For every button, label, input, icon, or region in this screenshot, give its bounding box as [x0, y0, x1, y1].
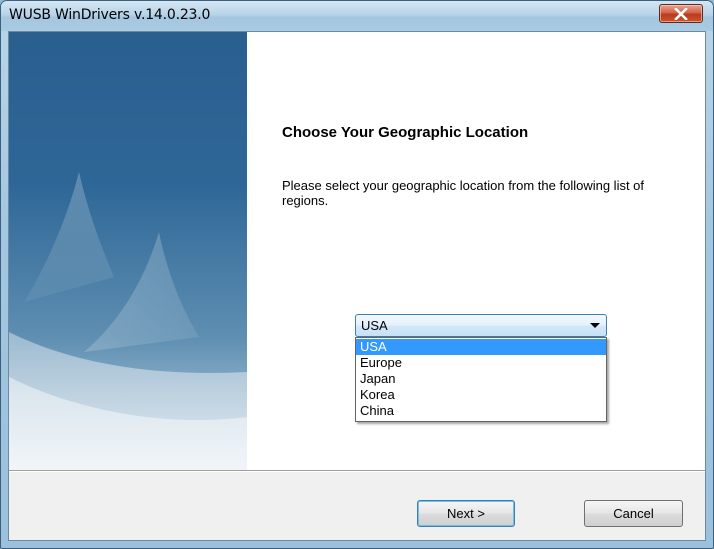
region-option-korea[interactable]: Korea — [356, 387, 606, 403]
window-title: WUSB WinDrivers v.14.0.23.0 — [9, 7, 211, 23]
content-panel: Choose Your Geographic Location Please s… — [247, 32, 705, 470]
region-option-japan[interactable]: Japan — [356, 371, 606, 387]
chevron-down-icon[interactable] — [590, 323, 600, 328]
installer-window: WUSB WinDrivers v.14.0.23.0 Choose Your … — [0, 0, 714, 549]
close-button[interactable] — [659, 4, 703, 23]
close-icon — [674, 7, 688, 20]
region-option-china[interactable]: China — [356, 403, 606, 419]
footer-separator — [9, 470, 705, 472]
page-heading: Choose Your Geographic Location — [282, 124, 529, 141]
region-dropdown-list: USA Europe Japan Korea China — [355, 337, 607, 422]
region-option-usa[interactable]: USA — [356, 339, 606, 355]
region-selected-value: USA — [361, 318, 388, 333]
sail-logo-graphic — [9, 172, 247, 470]
cancel-button[interactable]: Cancel — [584, 500, 683, 527]
page-description: Please select your geographic location f… — [282, 178, 645, 208]
next-button[interactable]: Next > — [417, 500, 515, 527]
region-combobox[interactable]: USA — [355, 314, 607, 337]
side-banner-image — [9, 32, 247, 470]
dialog-client-area: Choose Your Geographic Location Please s… — [8, 31, 706, 541]
title-bar[interactable]: WUSB WinDrivers v.14.0.23.0 — [1, 1, 713, 31]
region-option-europe[interactable]: Europe — [356, 355, 606, 371]
